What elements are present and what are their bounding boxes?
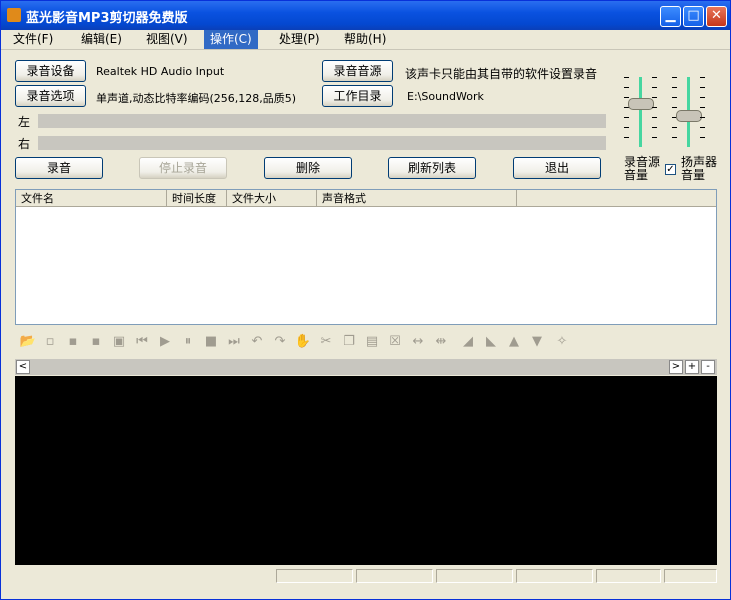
trim-icon[interactable]: ↔ — [409, 333, 427, 351]
maximize-button[interactable]: □ — [683, 6, 704, 27]
work-directory-button[interactable]: 工作目录 — [322, 85, 393, 107]
record-source-volume-label: 录音源 音量 — [624, 156, 660, 182]
record-device-value: Realtek HD Audio Input — [96, 65, 225, 78]
record-options-button[interactable]: 录音选项 — [15, 85, 86, 107]
status-panel — [664, 569, 717, 583]
undo-icon[interactable]: ↶ — [248, 333, 266, 351]
scroll-right-button[interactable]: > — [669, 360, 683, 374]
column-header-size[interactable]: 文件大小 — [227, 190, 317, 207]
menu-bar: 文件(F) 编辑(E) 视图(V) 操作(C) 处理(P) 帮助(H) — [1, 30, 730, 50]
hand-icon[interactable]: ✋ — [294, 333, 312, 351]
right-channel-label: 右 — [18, 137, 31, 151]
record-source-volume-slider[interactable] — [625, 77, 655, 147]
waveform-display[interactable] — [15, 376, 717, 565]
file-list[interactable]: 文件名 时间长度 文件大小 声音格式 — [15, 189, 717, 325]
speaker-volume-slider[interactable] — [673, 77, 703, 147]
label-line: 音量 — [624, 168, 649, 182]
record-button[interactable]: 录音 — [15, 157, 103, 179]
paste-icon[interactable]: ▤ — [363, 333, 381, 351]
source-slider-ticks-right — [652, 77, 657, 147]
volume-up-icon[interactable]: ▲ — [505, 333, 523, 351]
cut-icon[interactable]: ✂ — [317, 333, 335, 351]
status-bar — [1, 567, 730, 585]
effect-icon[interactable]: ✧ — [553, 333, 571, 351]
window-title: 蓝光影音MP3剪切器免费版 — [26, 11, 188, 26]
stop-record-button[interactable]: 停止录音 — [139, 157, 227, 179]
speaker-volume-checkbox[interactable]: ✓ — [665, 164, 676, 175]
slider-thumb[interactable] — [676, 110, 702, 122]
record-device-button[interactable]: 录音设备 — [15, 60, 86, 82]
menu-file[interactable]: 文件(F) — [7, 30, 59, 49]
fade-out-icon[interactable]: ◣ — [482, 333, 500, 351]
pause-icon[interactable]: ⏸ — [179, 333, 197, 351]
waveform-scrollbar[interactable]: < > + - — [15, 359, 717, 375]
status-panel — [276, 569, 353, 583]
label-line: 音量 — [681, 168, 706, 182]
skip-end-icon[interactable]: ⏭ — [225, 333, 243, 351]
save-icon[interactable]: ▪ — [64, 333, 82, 351]
work-directory-value: E:\SoundWork — [407, 90, 484, 103]
new-icon[interactable]: ▫ — [41, 333, 59, 351]
fade-in-icon[interactable]: ◢ — [459, 333, 477, 351]
column-header-filename[interactable]: 文件名 — [16, 190, 167, 207]
left-level-meter — [38, 114, 606, 128]
menu-operation[interactable]: 操作(C) — [204, 30, 258, 49]
copy-icon[interactable]: ❐ — [340, 333, 358, 351]
refresh-list-button[interactable]: 刷新列表 — [388, 157, 476, 179]
exit-button[interactable]: 退出 — [513, 157, 601, 179]
zoom-in-button[interactable]: + — [685, 360, 699, 374]
record-source-note: 该声卡只能由其自带的软件设置录音 — [405, 67, 598, 81]
stop-icon[interactable]: ■ — [202, 333, 220, 351]
menu-edit[interactable]: 编辑(E) — [75, 30, 128, 49]
status-panel — [436, 569, 513, 583]
record-options-value: 单声道,动态比特率编码(256,128,品质5) — [96, 92, 297, 105]
close-button[interactable]: ✕ — [706, 6, 727, 27]
slider-track — [639, 77, 642, 147]
export-icon[interactable]: ▣ — [110, 333, 128, 351]
record-source-button[interactable]: 录音音源 — [322, 60, 393, 82]
skip-start-icon[interactable]: ⏮ — [133, 333, 151, 351]
save-as-icon[interactable]: ▪ — [87, 333, 105, 351]
right-level-meter — [38, 136, 606, 150]
scroll-left-button[interactable]: < — [16, 360, 30, 374]
delete-button[interactable]: 删除 — [264, 157, 352, 179]
open-icon[interactable]: 📂 — [19, 333, 37, 351]
app-icon — [7, 8, 21, 22]
menu-process[interactable]: 处理(P) — [273, 30, 326, 49]
title-bar: 蓝光影音MP3剪切器免费版 ▁ □ ✕ — [1, 1, 730, 30]
minimize-button[interactable]: ▁ — [660, 6, 681, 27]
column-header-duration[interactable]: 时间长度 — [167, 190, 227, 207]
status-panel — [596, 569, 661, 583]
status-panel — [356, 569, 433, 583]
status-panel — [516, 569, 593, 583]
slider-thumb[interactable] — [628, 98, 654, 110]
zoom-out-button[interactable]: - — [701, 360, 715, 374]
speaker-slider-ticks-right — [700, 77, 705, 147]
insert-silence-icon[interactable]: ⇹ — [432, 333, 450, 351]
left-channel-label: 左 — [18, 115, 31, 129]
menu-help[interactable]: 帮助(H) — [338, 30, 392, 49]
edit-toolbar: 📂 ▫ ▪ ▪ ▣ ⏮ ▶ ⏸ ■ ⏭ ↶ ↷ ✋ ✂ ❐ ▤ ☒ ↔ ⇹ ◢ … — [15, 331, 615, 353]
column-header-format[interactable]: 声音格式 — [317, 190, 517, 207]
speaker-volume-label: 扬声器 音量 — [681, 156, 717, 182]
app-window: 蓝光影音MP3剪切器免费版 ▁ □ ✕ 文件(F) 编辑(E) 视图(V) 操作… — [0, 0, 731, 600]
play-icon[interactable]: ▶ — [156, 333, 174, 351]
delete-icon[interactable]: ☒ — [386, 333, 404, 351]
redo-icon[interactable]: ↷ — [271, 333, 289, 351]
menu-view[interactable]: 视图(V) — [140, 30, 194, 49]
column-header-empty — [517, 190, 716, 207]
volume-down-icon[interactable]: ▼ — [528, 333, 546, 351]
